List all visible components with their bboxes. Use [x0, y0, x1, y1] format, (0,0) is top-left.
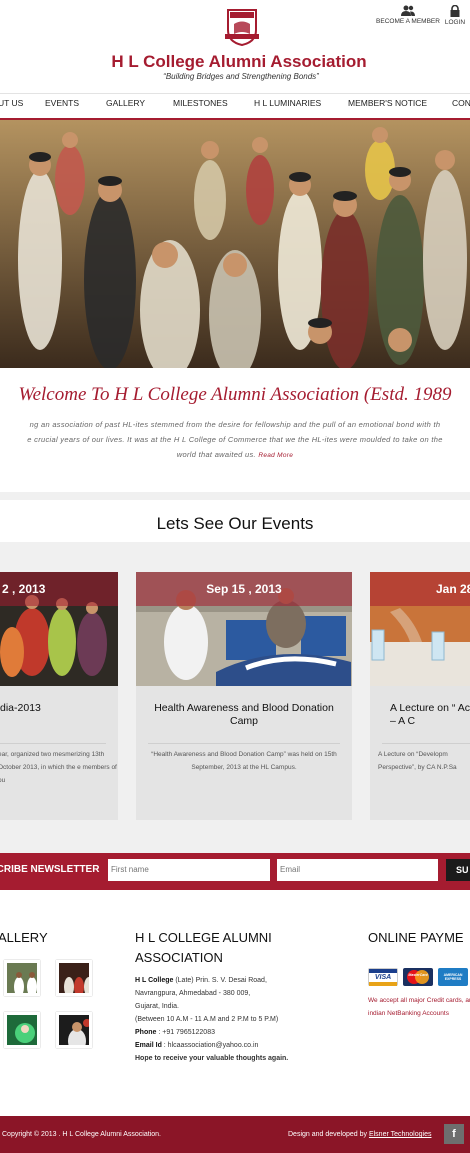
visa-card-icon: VISA	[368, 968, 398, 986]
developer-link[interactable]: Elsner Technologies	[369, 1131, 432, 1138]
address-line-1: H L College (Late) Prin. S. V. Desai Roa…	[135, 974, 305, 987]
gallery-heading: ALLERY	[0, 930, 48, 945]
become-member-link[interactable]: BECOME A MEMBER	[374, 5, 442, 25]
card-divider	[382, 743, 470, 744]
events-title: Lets See Our Events	[156, 514, 314, 533]
events-header: Lets See Our Events	[0, 500, 470, 542]
newsletter-bar: SCRIBE NEWSLETTER SU	[0, 853, 470, 890]
welcome-line-1: ng an association of past HL-ites stemme…	[29, 420, 441, 429]
newsletter-email-input[interactable]	[277, 859, 438, 881]
visa-label: VISA	[374, 974, 392, 981]
become-member-label: BECOME A MEMBER	[376, 18, 440, 25]
developer-prefix: Design and developed by	[288, 1131, 369, 1138]
email-label: Email Id	[135, 1042, 162, 1049]
newsletter-subscribe-button[interactable]: SU	[446, 859, 470, 881]
event-title[interactable]: dia-2013	[0, 702, 108, 715]
office-hours: (Between 10 A.M - 11 A.M and 2 P.M to 5 …	[135, 1016, 279, 1023]
event-date: Jan 28	[370, 572, 470, 606]
card-divider	[0, 743, 106, 744]
payment-note: We accept all major Credit cards, and in…	[368, 997, 470, 1017]
footer: ALLERY H L COLLEGE ALUMNI ASSOCIATION H …	[0, 890, 470, 1116]
nav-item-contact[interactable]: CONT	[452, 98, 470, 108]
email-address: : hlcaassociation@yahoo.co.in	[161, 1042, 259, 1049]
welcome-line-3-text: world that awaited us.	[176, 450, 256, 459]
event-date: 2 , 2013	[0, 572, 118, 606]
address-label: H L College	[135, 977, 174, 984]
main-nav: UT US EVENTS GALLERY MILESTONES H L LUMI…	[0, 93, 470, 119]
welcome-line-3: world that awaited us. Read More	[0, 447, 470, 463]
hero-photo	[0, 118, 470, 368]
amex-label: AMERICAN EXPRESS	[443, 973, 463, 981]
address-rest: (Late) Prin. S. V. Desai Road,	[173, 977, 267, 984]
mastercard-icon: MasterCard	[403, 968, 433, 986]
phone-number: : +91 7965122083	[156, 1029, 215, 1036]
facebook-icon[interactable]: f	[444, 1124, 464, 1144]
email-line: Email Id : hlcaassociation@yahoo.co.in	[135, 1039, 305, 1052]
gallery-thumb[interactable]	[56, 1012, 92, 1048]
bottom-bar: Copyright © 2013 . H L College Alumni As…	[0, 1116, 470, 1153]
users-icon	[401, 5, 415, 16]
payment-heading: ONLINE PAYME	[368, 930, 464, 945]
phone-line: Phone : +91 7965122083	[135, 1026, 305, 1039]
lock-icon	[450, 5, 460, 17]
event-title[interactable]: A Lecture on “ Accounting – A C	[390, 702, 470, 728]
event-description: ear, organized two mesmerizing 13th Octo…	[0, 751, 117, 784]
event-title[interactable]: Health Awareness and Blood Donation Camp	[146, 702, 342, 728]
college-logo[interactable]	[224, 6, 260, 46]
copyright-text: Copyright © 2013 . H L College Alumni As…	[2, 1131, 161, 1138]
newsletter-name-input[interactable]	[108, 859, 270, 881]
event-date: Sep 15 , 2013	[136, 572, 352, 606]
events-section: Lets See Our Events 2 , 2013 dia-2013 ea…	[0, 492, 470, 853]
event-description: “Health Awareness and Blood Donation Cam…	[151, 751, 337, 771]
gallery-thumb[interactable]	[4, 960, 40, 996]
page: H L College Alumni Association “Building…	[0, 0, 470, 1153]
event-description: A Lecture on “Developm Perspective”, by …	[378, 751, 457, 771]
nav-item-hl-luminaries[interactable]: H L LUMINARIES	[254, 98, 321, 108]
event-card[interactable]: 2 , 2013 dia-2013 ear, organized two mes…	[0, 572, 118, 820]
nav-item-about-us[interactable]: UT US	[0, 98, 23, 108]
nav-item-events[interactable]: EVENTS	[45, 98, 79, 108]
event-card[interactable]: Jan 28 A Lecture on “ Accounting – A C A…	[370, 572, 470, 820]
nav-item-gallery[interactable]: GALLERY	[106, 98, 145, 108]
site-title: H L College Alumni Association	[111, 52, 367, 71]
association-contact: H L College (Late) Prin. S. V. Desai Roa…	[135, 974, 305, 1065]
developer-credit: Design and developed by Elsner Technolog…	[288, 1131, 431, 1138]
login-label: LOGIN	[444, 19, 466, 26]
nav-item-members-notice[interactable]: MEMBER'S NOTICE	[348, 98, 427, 108]
gallery-thumb[interactable]	[56, 960, 92, 996]
welcome-line-2: e crucial years of our lives. It was at …	[27, 435, 443, 444]
amex-card-icon: AMERICAN EXPRESS	[438, 968, 468, 986]
nav-item-milestones[interactable]: MILESTONES	[173, 98, 228, 108]
newsletter-label: SCRIBE NEWSLETTER	[0, 864, 100, 875]
phone-label: Phone	[135, 1029, 157, 1036]
address-line-3: Gujarat, India.	[135, 1003, 179, 1010]
read-more-link[interactable]: Read More	[258, 452, 293, 459]
login-link[interactable]: LOGIN	[440, 5, 470, 26]
closing-note: Hope to receive your valuable thoughts a…	[135, 1055, 289, 1062]
mastercard-label: MasterCard	[408, 973, 428, 977]
gallery-thumb[interactable]	[4, 1012, 40, 1048]
event-card[interactable]: Sep 15 , 2013 Health Awareness and Blood…	[136, 572, 352, 820]
association-heading: H L COLLEGE ALUMNI ASSOCIATION	[135, 930, 272, 965]
address-line-2: Navrangpura, Ahmedabad - 380 009,	[135, 990, 251, 997]
header: H L College Alumni Association “Building…	[0, 0, 470, 92]
welcome-intro: ng an association of past HL-ites stemme…	[0, 417, 470, 463]
welcome-title: Welcome To H L College Alumni Associatio…	[18, 384, 452, 405]
card-divider	[148, 743, 340, 744]
site-tagline: “Building Bridges and Strengthening Bond…	[163, 72, 319, 81]
